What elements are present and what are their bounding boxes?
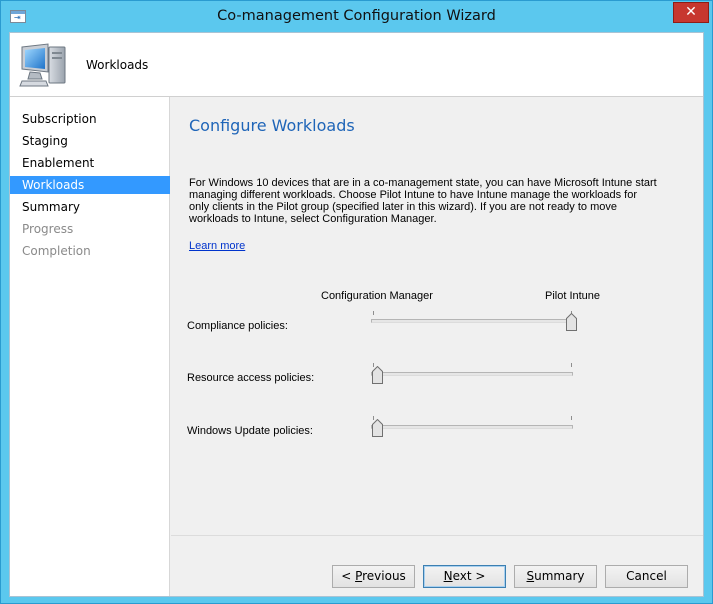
cancel-button[interactable]: Cancel: [605, 565, 688, 588]
footer-divider: [171, 535, 703, 536]
wizard-header: Workloads: [10, 33, 703, 97]
resource-access-policies-slider[interactable]: [371, 372, 573, 376]
title-bar[interactable]: ⇥ Co-management Configuration Wizard ✕: [1, 1, 712, 32]
resource-access-policies-label: Resource access policies:: [187, 372, 315, 384]
compliance-policies-label: Compliance policies:: [187, 320, 288, 332]
step-summary[interactable]: Summary: [10, 198, 170, 216]
page-title: Configure Workloads: [189, 116, 355, 135]
previous-button[interactable]: < Previous: [332, 565, 415, 588]
learn-more-link[interactable]: Learn more: [189, 240, 245, 252]
previous-button-prefix: <: [341, 569, 356, 583]
next-button-rest: ext >: [452, 569, 486, 583]
wizard-content: Configure Workloads For Windows 10 devic…: [171, 97, 703, 596]
summary-button-rest: ummary: [534, 569, 585, 583]
wizard-window: ⇥ Co-management Configuration Wizard ✕ W…: [0, 0, 713, 604]
next-button[interactable]: Next >: [423, 565, 506, 588]
windows-update-policies-slider[interactable]: [371, 425, 573, 429]
header-title: Workloads: [86, 58, 149, 72]
summary-button-mnemonic: S: [526, 569, 535, 583]
slider-label-configuration-manager: Configuration Manager: [321, 290, 433, 302]
slider-tick: [571, 363, 572, 367]
close-icon: ✕: [685, 4, 697, 20]
wizard-client-area: Workloads Subscription Staging Enablemen…: [9, 32, 704, 597]
step-staging[interactable]: Staging: [10, 132, 170, 150]
step-completion: Completion: [22, 244, 91, 258]
compliance-policies-slider[interactable]: [371, 319, 573, 323]
windows-update-policies-label: Windows Update policies:: [187, 425, 313, 437]
slider-label-pilot-intune: Pilot Intune: [545, 290, 601, 302]
wizard-steps-sidebar: Subscription Staging Enablement Workload…: [10, 97, 170, 596]
compliance-policies-slider-thumb[interactable]: [566, 313, 577, 331]
previous-button-rest: revious: [362, 569, 406, 583]
next-button-mnemonic: N: [443, 569, 453, 583]
slider-tick: [571, 416, 572, 420]
description-text: For Windows 10 devices that are in a co-…: [189, 177, 657, 225]
windows-update-policies-slider-thumb[interactable]: [372, 419, 383, 437]
step-subscription[interactable]: Subscription: [10, 110, 170, 128]
window-title: Co-management Configuration Wizard: [217, 8, 496, 24]
resource-access-policies-slider-thumb[interactable]: [372, 366, 383, 384]
step-workloads[interactable]: Workloads: [10, 176, 170, 194]
summary-button[interactable]: Summary: [514, 565, 597, 588]
step-enablement[interactable]: Enablement: [10, 154, 170, 172]
step-progress: Progress: [22, 222, 74, 236]
slider-tick: [373, 311, 374, 315]
close-button[interactable]: ✕: [673, 2, 709, 23]
computer-icon: [19, 43, 66, 87]
